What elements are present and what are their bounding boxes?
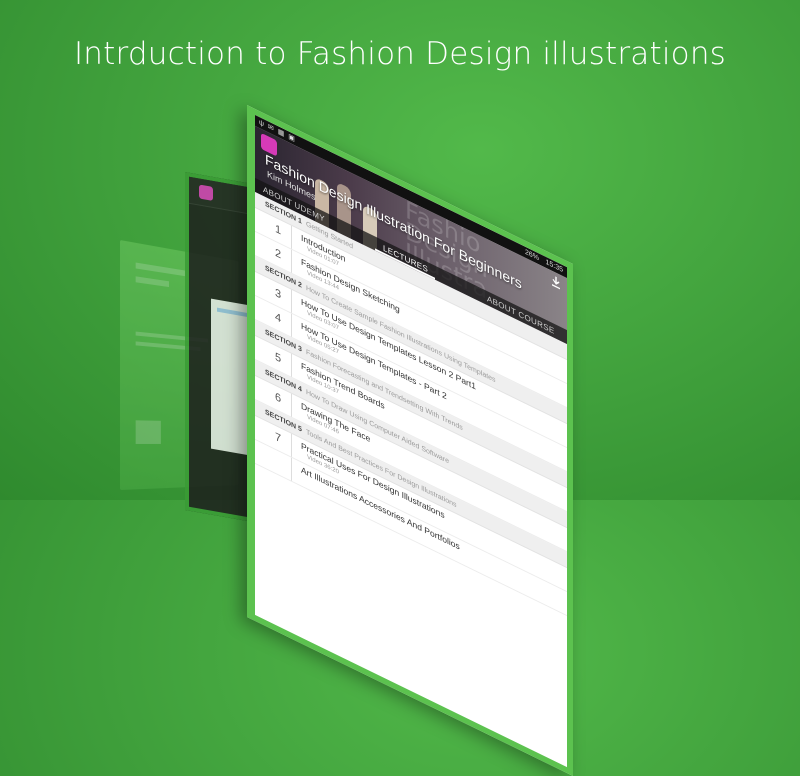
app-logo-icon (199, 184, 213, 201)
download-icon[interactable] (551, 274, 561, 291)
main-phone-screen: ψ ✉ ▦ ▣ 26% 15:35 Fashio Design Illustra… (247, 105, 573, 776)
headline: Intrduction to Fashion Design illustrati… (73, 36, 727, 72)
